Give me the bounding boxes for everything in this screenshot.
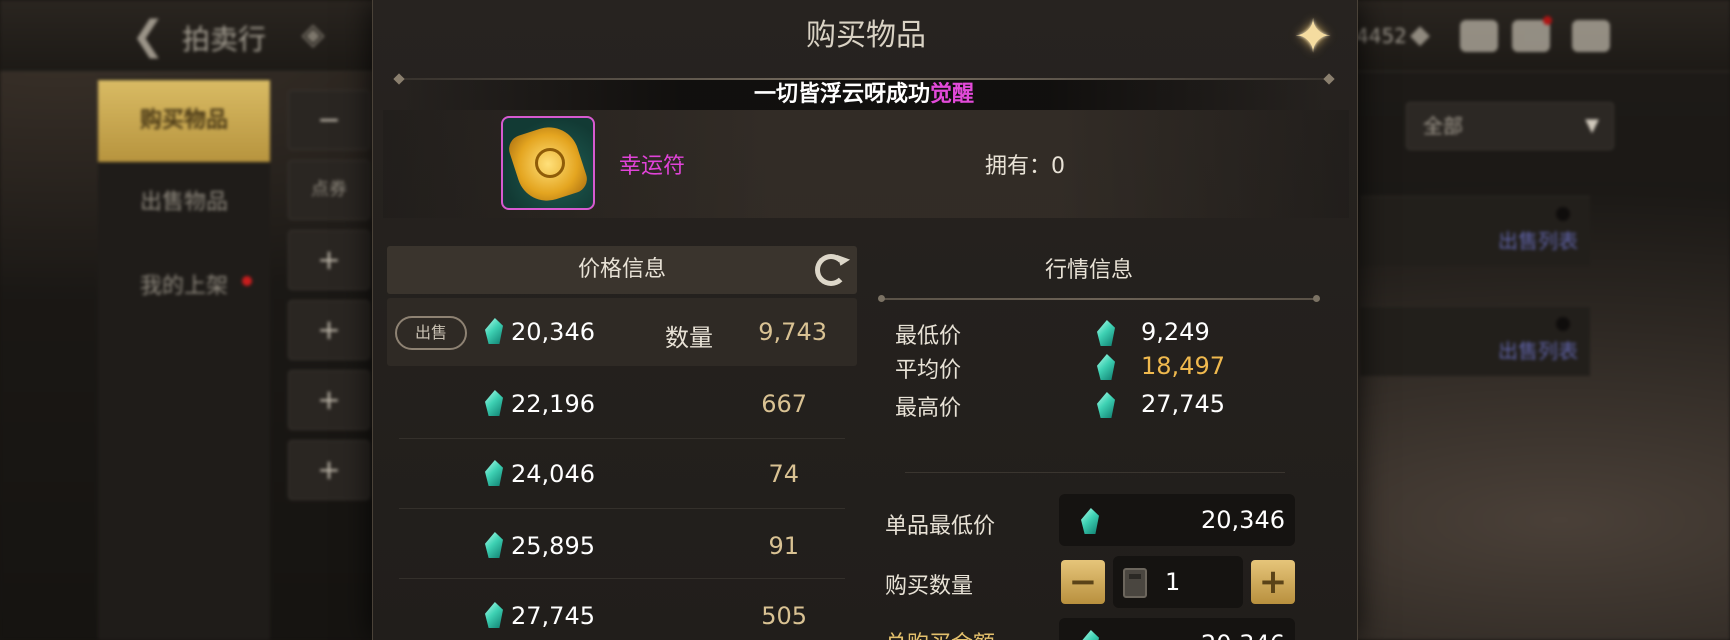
row-divider <box>399 578 845 579</box>
bag-icon[interactable] <box>1460 20 1498 52</box>
seal-shape <box>535 148 565 178</box>
chat-icon[interactable] <box>1572 20 1610 52</box>
row-divider <box>399 438 845 439</box>
unit-price-value: 20,346 <box>1201 506 1285 534</box>
quick-button[interactable]: + <box>288 230 370 290</box>
price-info-header: 价格信息 <box>387 246 857 294</box>
banner-text: 一切皆浮云呀成功 <box>753 82 930 107</box>
gem-icon <box>1097 392 1115 418</box>
max-price-label: 最高价 <box>895 396 962 421</box>
gem-icon <box>485 318 503 344</box>
row-divider <box>399 508 845 509</box>
price-listing-row[interactable]: 22,196 667 <box>387 370 857 438</box>
page-title: 拍卖行 <box>182 23 267 56</box>
avg-price-value: 18,497 <box>1141 352 1225 380</box>
quick-button[interactable]: + <box>288 440 370 500</box>
quantity-value: 1 <box>1165 568 1181 596</box>
quantity-label: 购买数量 <box>885 574 974 599</box>
sidebar-item-my-listings[interactable]: 我的上架 <box>98 246 270 328</box>
quantity-label: 数量 <box>665 324 713 352</box>
lucky-charm-icon[interactable] <box>501 116 595 210</box>
min-price-value: 9,249 <box>1141 318 1210 346</box>
gem-icon <box>1097 354 1115 380</box>
price-listing-row[interactable]: 出售 20,346 数量 9,743 <box>387 298 857 366</box>
unit-price-field: 20,346 <box>1059 494 1295 546</box>
status-dot <box>1556 207 1570 221</box>
listing-price: 20,346 <box>511 318 595 346</box>
listing-quantity: 505 <box>761 602 807 630</box>
gem-icon <box>485 460 503 486</box>
close-icon[interactable]: ✦ <box>1285 8 1341 64</box>
quick-button[interactable]: + <box>288 370 370 430</box>
owned-count: 拥有：0 <box>985 154 1065 179</box>
divider <box>878 295 1320 302</box>
status-dot <box>1556 317 1570 331</box>
sell-list-link[interactable]: 出售列表 <box>1498 335 1578 364</box>
gem-icon <box>1081 630 1099 640</box>
unit-price-label: 单品最低价 <box>885 514 996 539</box>
listing-quantity: 667 <box>761 390 807 418</box>
price-listing-row[interactable]: 24,046 74 <box>387 440 857 508</box>
total-value: 20,346 <box>1201 630 1285 640</box>
price-info-title: 价格信息 <box>577 257 666 282</box>
quantity-input[interactable]: 1 <box>1113 556 1243 608</box>
notification-dot <box>242 276 252 286</box>
listing-price: 27,745 <box>511 602 595 630</box>
quick-button[interactable]: − <box>288 90 370 150</box>
listing-quantity: 9,743 <box>758 318 827 346</box>
banner-highlight: 觉醒 <box>930 82 975 107</box>
gem-icon <box>1081 508 1099 534</box>
listing-quantity: 74 <box>768 460 799 488</box>
list-item[interactable]: 出售列表 <box>1360 306 1590 376</box>
listing-price: 25,895 <box>511 532 595 560</box>
avg-price-label: 平均价 <box>895 358 962 383</box>
announcement-banner: 一切皆浮云呀成功觉醒 <box>399 80 1329 110</box>
gem-icon <box>485 532 503 558</box>
price-listing-row[interactable]: 25,895 91 <box>387 512 857 580</box>
purchase-modal: 购买物品 ✦ 一切皆浮云呀成功觉醒 幸运符 拥有：0 价格信息 出售 20,34… <box>372 0 1358 640</box>
quick-button[interactable]: 点券 <box>288 160 370 220</box>
gem-icon <box>1097 320 1115 346</box>
chevron-down-icon: ▼ <box>1585 115 1599 136</box>
listing-price: 24,046 <box>511 460 595 488</box>
sell-tag: 出售 <box>395 316 467 350</box>
calculator-icon[interactable] <box>1123 568 1147 598</box>
min-price-label: 最低价 <box>895 324 962 349</box>
sell-list-link[interactable]: 出售列表 <box>1498 225 1578 254</box>
currency-amount: 4452 <box>1356 24 1407 48</box>
gem-icon <box>485 602 503 628</box>
divider <box>905 472 1285 473</box>
currency-icon: ◆ <box>1410 20 1430 50</box>
filter-select[interactable]: 全部 ▼ <box>1406 102 1614 150</box>
notification-dot <box>1543 16 1552 25</box>
listing-quantity: 91 <box>768 532 799 560</box>
sidebar-item-label: 我的上架 <box>139 274 228 299</box>
total-field: 20,346 <box>1059 618 1295 640</box>
gem-icon <box>485 390 503 416</box>
listing-price: 22,196 <box>511 390 595 418</box>
item-row: 幸运符 拥有：0 <box>383 110 1349 218</box>
increase-button[interactable]: + <box>1251 560 1295 604</box>
decrease-button[interactable]: − <box>1061 560 1105 604</box>
diamond-icon[interactable]: ◈ <box>296 18 330 52</box>
list-item[interactable]: 出售列表 <box>1360 196 1590 266</box>
max-price-value: 27,745 <box>1141 390 1225 418</box>
modal-title: 购买物品 <box>806 18 926 53</box>
item-name: 幸运符 <box>619 154 686 179</box>
total-label: 总购买金额 <box>885 626 995 640</box>
sidebar-item-buy[interactable]: 购买物品 <box>98 80 270 162</box>
back-arrow-icon[interactable]: ❮ <box>126 14 170 58</box>
market-info-header: 行情信息 <box>1044 258 1133 283</box>
sidebar-item-sell[interactable]: 出售物品 <box>98 162 270 244</box>
mail-icon[interactable] <box>1512 16 1552 52</box>
refresh-icon[interactable] <box>815 254 847 286</box>
filter-select-value: 全部 <box>1423 114 1463 138</box>
quick-button[interactable]: + <box>288 300 370 360</box>
price-listing-row[interactable]: 27,745 505 <box>387 582 857 640</box>
